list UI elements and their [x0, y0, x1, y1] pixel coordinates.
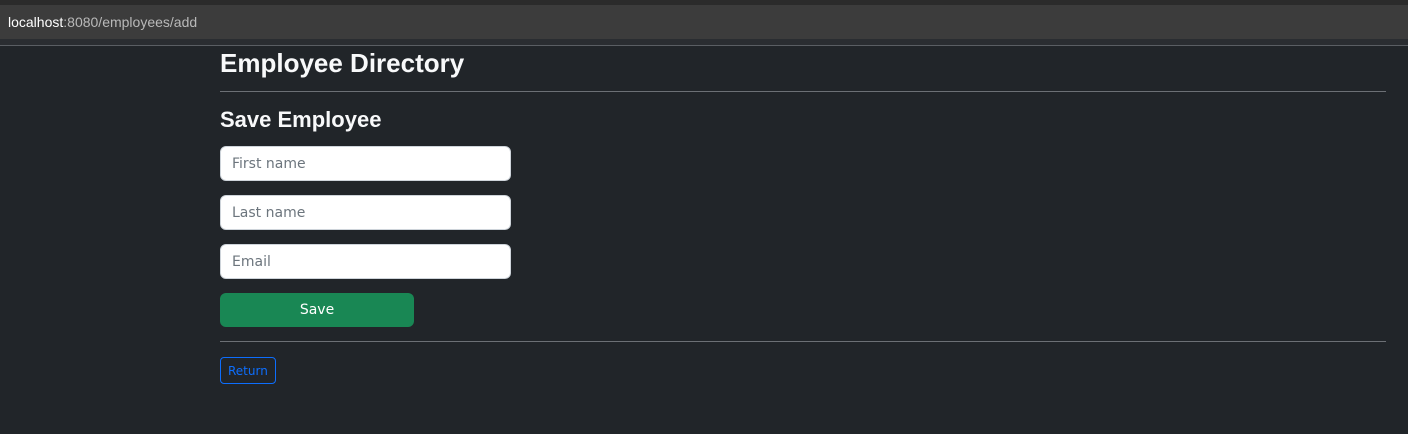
top-divider: [220, 91, 1386, 92]
browser-divider: [0, 39, 1408, 46]
first-name-input[interactable]: [220, 146, 511, 181]
save-button[interactable]: Save: [220, 293, 414, 327]
return-button[interactable]: Return: [220, 357, 276, 384]
section-title: Save Employee: [220, 107, 382, 132]
last-name-input[interactable]: [220, 195, 511, 230]
url-host: localhost: [8, 14, 64, 30]
page-title: Employee Directory: [220, 48, 465, 78]
email-input[interactable]: [220, 244, 511, 279]
address-bar[interactable]: localhost:8080/employees/add: [0, 5, 1408, 39]
bottom-divider: [220, 341, 1386, 342]
url-path: :8080/employees/add: [63, 14, 198, 30]
